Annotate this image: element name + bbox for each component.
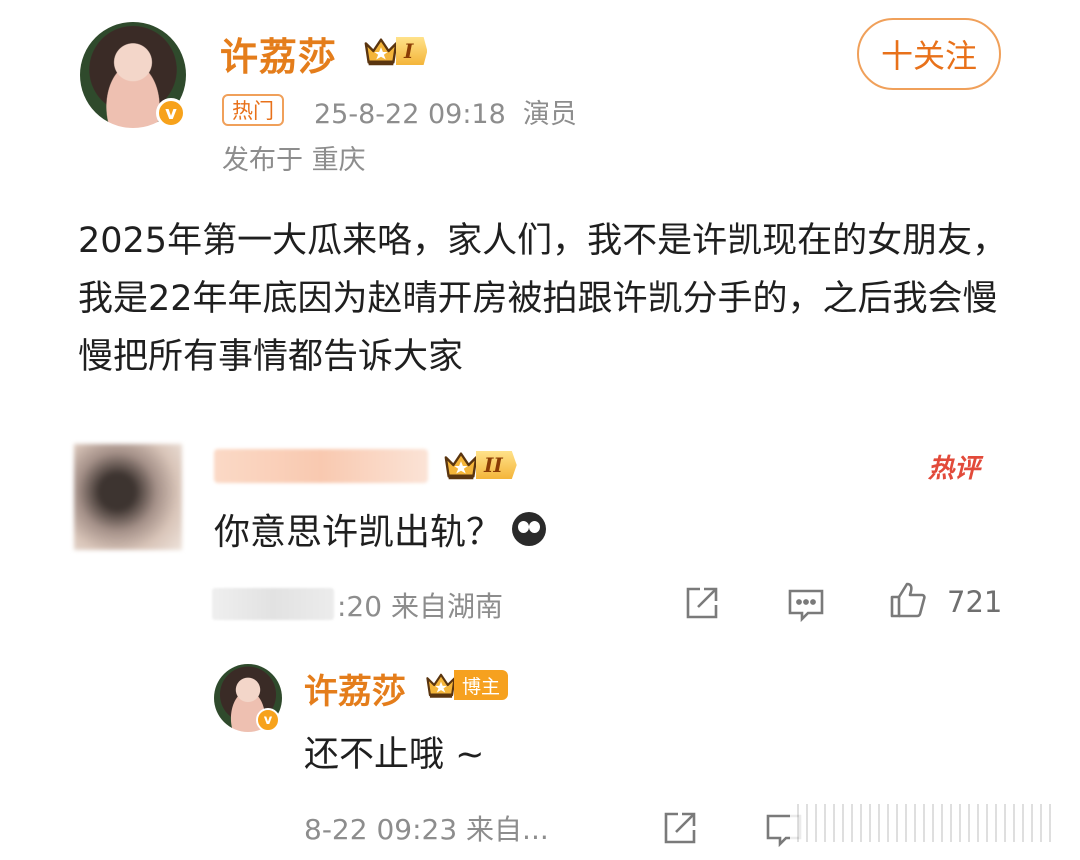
share-icon[interactable] [682, 583, 722, 623]
author-name[interactable]: 许荔莎 [220, 26, 337, 81]
commenter-level-badge[interactable]: II [442, 446, 517, 484]
blogger-label: 博主 [454, 670, 509, 700]
comment-text-row: 你意思许凯出轨？ [214, 503, 547, 555]
watermark-strip [790, 804, 1052, 842]
commenter-name-redacted[interactable] [214, 449, 428, 483]
comment-text: 你意思许凯出轨？ [214, 512, 503, 553]
share-icon[interactable] [660, 808, 700, 848]
crown-icon [444, 452, 478, 480]
level-label: II [476, 451, 517, 479]
hot-tag: 热门 [222, 94, 284, 126]
comment-icon[interactable] [786, 585, 826, 625]
thumbs-up-icon[interactable] [888, 580, 928, 620]
commenter-avatar[interactable] [74, 444, 182, 550]
post-location: 发布于 重庆 [222, 145, 366, 176]
crown-icon [426, 673, 456, 698]
reply-meta: 8-22 09:23 来自... [304, 813, 549, 846]
comment-meta: :20 来自湖南 [337, 590, 503, 623]
comment-time-redacted [212, 588, 334, 620]
crown-icon [364, 38, 398, 66]
like-count: 721 [947, 585, 1003, 619]
member-level-badge[interactable]: I [362, 32, 428, 70]
post-body: 2025年第一大瓜来咯，家人们，我不是许凯现在的女朋友，我是22年年底因为赵晴开… [78, 221, 1008, 377]
reply-author-name[interactable]: 许荔莎 [304, 664, 406, 713]
crying-face-icon [512, 512, 547, 546]
post-time-role: 25-8-22 09:18 演员 [314, 99, 577, 130]
follow-button[interactable]: 十关注 [857, 18, 1001, 90]
hot-comment-label: 热评 [928, 454, 981, 484]
reply-text: 还不止哦 ~ [304, 735, 485, 775]
verified-v-icon: v [156, 98, 186, 128]
blogger-badge: 博主 [424, 666, 509, 704]
verified-v-icon: v [256, 708, 280, 732]
level-label: I [396, 37, 428, 65]
